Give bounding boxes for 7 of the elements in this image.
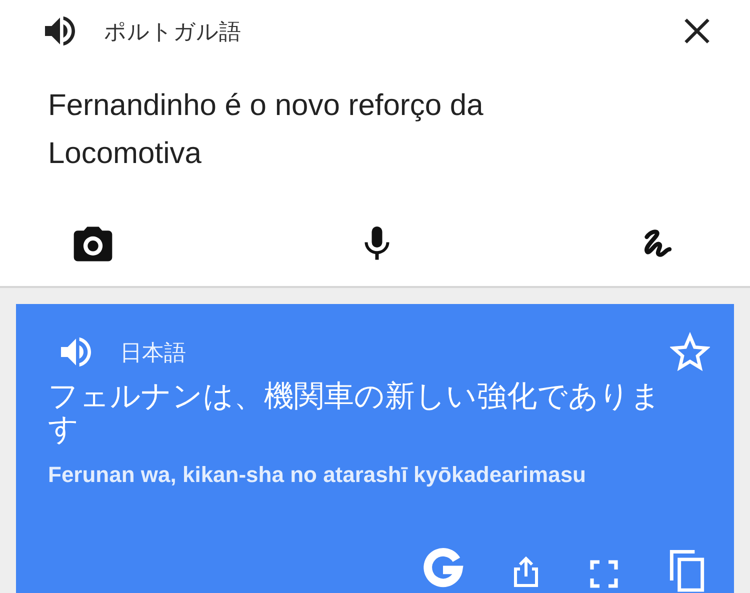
close-icon[interactable] — [682, 16, 712, 46]
source-language[interactable]: ポルトガル語 — [104, 14, 241, 48]
target-language: 日本語 — [120, 338, 186, 366]
source-text[interactable]: Fernandinho é o novo reforço da Locomotiva — [0, 62, 620, 214]
romanization-text: Ferunan wa, kikan-sha no atarashī kyōkadearimasu — [48, 461, 587, 489]
translated-text: フェルナンは、機関車の新しい強化であります — [48, 380, 662, 446]
star-icon[interactable] — [670, 332, 710, 372]
